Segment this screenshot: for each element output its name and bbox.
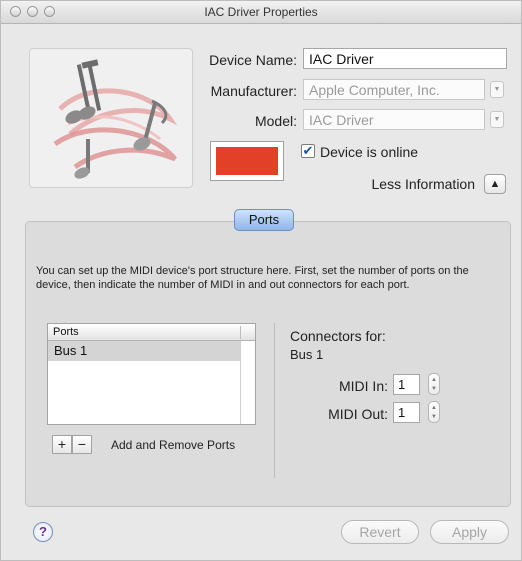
title-bar[interactable]: IAC Driver Properties — [1, 1, 521, 24]
midi-music-icon — [53, 59, 178, 179]
model-popup-button[interactable]: ▼ — [490, 111, 504, 128]
manufacturer-label: Manufacturer: — [210, 83, 297, 99]
list-scrollbar[interactable] — [240, 341, 241, 424]
color-swatch — [216, 147, 278, 175]
window-title: IAC Driver Properties — [204, 5, 318, 19]
revert-button[interactable]: Revert — [341, 520, 419, 544]
midi-in-label: MIDI In: — [338, 378, 388, 394]
column-divider — [240, 326, 241, 339]
triangle-up-icon: ▲ — [489, 178, 501, 190]
add-remove-ports-label: Add and Remove Ports — [111, 438, 236, 452]
apply-button[interactable]: Apply — [430, 520, 509, 544]
midi-out-label: MIDI Out: — [328, 406, 388, 422]
connectors-title: Connectors for: — [290, 328, 386, 344]
ports-list-header[interactable]: Ports — [48, 324, 255, 341]
device-name-label: Device Name: — [209, 52, 297, 68]
remove-port-button[interactable]: − — [72, 435, 92, 454]
device-color-well[interactable] — [210, 141, 284, 181]
panel-divider — [274, 323, 275, 478]
midi-out-field[interactable]: 1 — [393, 402, 420, 423]
add-port-button[interactable]: + — [52, 435, 72, 454]
midi-in-stepper[interactable]: ▲ ▼ — [428, 373, 440, 395]
ports-description: You can set up the MIDI device's port st… — [36, 265, 469, 291]
checkmark-icon: ✔ — [302, 143, 314, 158]
device-icon-well[interactable] — [29, 48, 193, 188]
less-information-button[interactable]: ▲ — [484, 174, 506, 194]
device-online-checkbox[interactable]: ✔ — [301, 144, 315, 158]
device-name-field[interactable]: IAC Driver — [303, 48, 507, 69]
model-label: Model: — [254, 113, 297, 129]
ports-list[interactable]: Ports Bus 1 — [47, 323, 256, 425]
manufacturer-popup-button[interactable]: ▼ — [490, 81, 504, 98]
connectors-port-name: Bus 1 — [290, 347, 324, 362]
midi-out-stepper[interactable]: ▲ ▼ — [428, 401, 440, 423]
tab-ports[interactable]: Ports — [234, 209, 294, 231]
properties-window: IAC Driver Properties Device Name: IAC D… — [0, 0, 522, 561]
manufacturer-field[interactable]: Apple Computer, Inc. — [303, 79, 485, 100]
midi-in-field[interactable]: 1 — [393, 374, 420, 395]
model-field[interactable]: IAC Driver — [303, 109, 485, 130]
device-online-label: Device is online — [320, 144, 419, 160]
help-button[interactable]: ? — [33, 522, 53, 542]
list-item[interactable]: Bus 1 — [48, 341, 241, 361]
less-information-label: Less Information — [371, 176, 476, 192]
